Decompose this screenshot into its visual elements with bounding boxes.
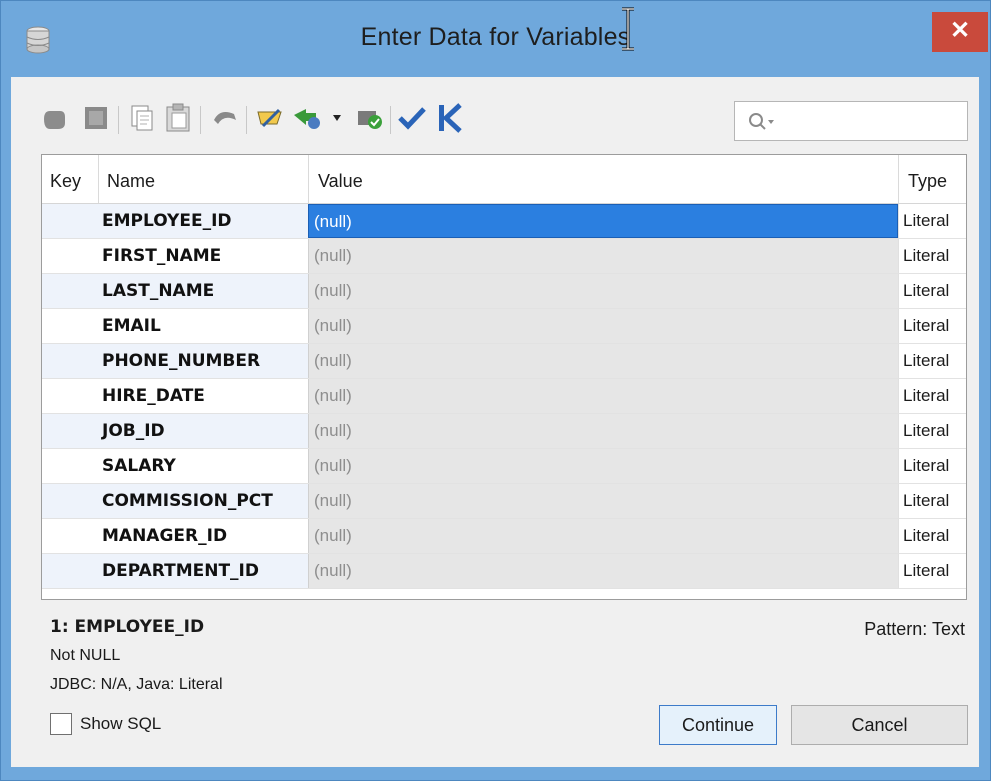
row-value-cell[interactable]: (null): [308, 484, 898, 518]
load-icon[interactable]: [290, 100, 322, 136]
row-value-cell[interactable]: (null): [308, 204, 898, 238]
toolbar-separator: [118, 106, 119, 134]
row-name-cell[interactable]: LAST_NAME: [98, 274, 308, 308]
row-value-cell[interactable]: (null): [308, 309, 898, 343]
row-key-cell[interactable]: [42, 379, 98, 413]
row-value-cell[interactable]: (null): [308, 519, 898, 553]
table-row[interactable]: JOB_ID (null) Literal: [42, 414, 966, 449]
undo-icon[interactable]: [208, 100, 240, 136]
row-type-cell[interactable]: Literal: [898, 519, 966, 553]
close-button[interactable]: ✕: [932, 12, 988, 52]
row-value-cell[interactable]: (null): [308, 239, 898, 273]
row-type-cell[interactable]: Literal: [898, 449, 966, 483]
variables-table[interactable]: Key Name Value Type EMPLOYEE_ID (null) L…: [41, 154, 967, 600]
row-name-cell[interactable]: JOB_ID: [98, 414, 308, 448]
first-icon[interactable]: [434, 100, 466, 136]
row-type-cell[interactable]: Literal: [898, 204, 966, 238]
column-header-key[interactable]: Key: [50, 155, 81, 203]
column-divider[interactable]: [898, 155, 899, 203]
row-key-cell[interactable]: [42, 274, 98, 308]
toolbar-separator: [246, 106, 247, 134]
check-icon[interactable]: [396, 100, 428, 136]
row-value-cell[interactable]: (null): [308, 449, 898, 483]
row-type-cell[interactable]: Literal: [898, 239, 966, 273]
table-row[interactable]: HIRE_DATE (null) Literal: [42, 379, 966, 414]
row-name-cell[interactable]: HIRE_DATE: [98, 379, 308, 413]
continue-button[interactable]: Continue: [659, 705, 777, 745]
row-key-cell[interactable]: [42, 449, 98, 483]
copy-icon[interactable]: [126, 100, 158, 136]
table-row[interactable]: FIRST_NAME (null) Literal: [42, 239, 966, 274]
column-divider[interactable]: [308, 155, 309, 203]
row-key-cell[interactable]: [42, 239, 98, 273]
table-row[interactable]: PHONE_NUMBER (null) Literal: [42, 344, 966, 379]
row-value-cell[interactable]: (null): [308, 274, 898, 308]
type-info-text: JDBC: N/A, Java: Literal: [50, 676, 223, 693]
row-name-cell[interactable]: MANAGER_ID: [98, 519, 308, 553]
cancel-button[interactable]: Cancel: [791, 705, 968, 745]
row-type-cell[interactable]: Literal: [898, 344, 966, 378]
show-sql-checkbox[interactable]: [50, 713, 72, 735]
column-divider[interactable]: [98, 155, 99, 203]
search-input[interactable]: [734, 101, 968, 141]
row-value-cell[interactable]: (null): [308, 554, 898, 588]
row-value-cell[interactable]: (null): [308, 414, 898, 448]
row-type-cell[interactable]: Literal: [898, 414, 966, 448]
dialog-title: Enter Data for Variables: [360, 23, 631, 51]
row-key-cell[interactable]: [42, 309, 98, 343]
row-key-cell[interactable]: [42, 554, 98, 588]
table-row[interactable]: MANAGER_ID (null) Literal: [42, 519, 966, 554]
table-header: Key Name Value Type: [42, 155, 966, 204]
row-type-cell[interactable]: Literal: [898, 554, 966, 588]
row-name-cell[interactable]: PHONE_NUMBER: [98, 344, 308, 378]
paste-icon[interactable]: [162, 100, 194, 136]
apply-icon[interactable]: [354, 100, 386, 136]
row-value-cell[interactable]: (null): [308, 344, 898, 378]
text-cursor-icon: [622, 7, 634, 51]
column-header-name[interactable]: Name: [107, 155, 155, 203]
table-row[interactable]: SALARY (null) Literal: [42, 449, 966, 484]
row-key-cell[interactable]: [42, 519, 98, 553]
row-key-cell[interactable]: [42, 344, 98, 378]
grid-icon[interactable]: [80, 100, 112, 136]
row-name-cell[interactable]: EMAIL: [98, 309, 308, 343]
row-type-cell[interactable]: Literal: [898, 484, 966, 518]
toolbar: [38, 100, 578, 140]
table-row[interactable]: DEPARTMENT_ID (null) Literal: [42, 554, 966, 589]
row-type-cell[interactable]: Literal: [898, 274, 966, 308]
hand-icon[interactable]: [38, 100, 70, 136]
row-key-cell[interactable]: [42, 204, 98, 238]
row-value-cell[interactable]: (null): [308, 379, 898, 413]
column-header-value[interactable]: Value: [318, 155, 363, 203]
row-name-cell[interactable]: EMPLOYEE_ID: [98, 204, 308, 238]
title-bar[interactable]: Enter Data for Variables ✕: [1, 1, 990, 77]
row-name-cell[interactable]: DEPARTMENT_ID: [98, 554, 308, 588]
dropdown-arrow-icon[interactable]: [328, 100, 346, 136]
row-name-cell[interactable]: SALARY: [98, 449, 308, 483]
table-row[interactable]: EMAIL (null) Literal: [42, 309, 966, 344]
row-type-cell[interactable]: Literal: [898, 309, 966, 343]
row-name-cell[interactable]: COMMISSION_PCT: [98, 484, 308, 518]
toolbar-separator: [390, 106, 391, 134]
selected-variable-label: 1: EMPLOYEE_ID: [50, 617, 205, 637]
pattern-label: Pattern: Text: [864, 619, 965, 639]
table-row[interactable]: LAST_NAME (null) Literal: [42, 274, 966, 309]
row-key-cell[interactable]: [42, 484, 98, 518]
toolbar-separator: [200, 106, 201, 134]
row-name-cell[interactable]: FIRST_NAME: [98, 239, 308, 273]
edit-icon[interactable]: [254, 100, 286, 136]
nullability-text: Not NULL: [50, 647, 121, 664]
table-row[interactable]: COMMISSION_PCT (null) Literal: [42, 484, 966, 519]
table-row[interactable]: EMPLOYEE_ID (null) Literal: [42, 204, 966, 239]
row-key-cell[interactable]: [42, 414, 98, 448]
show-sql-toggle[interactable]: Show SQL: [50, 709, 161, 739]
column-header-type[interactable]: Type: [908, 155, 947, 203]
show-sql-label[interactable]: Show SQL: [80, 714, 161, 734]
search-icon: [749, 113, 774, 130]
row-type-cell[interactable]: Literal: [898, 379, 966, 413]
